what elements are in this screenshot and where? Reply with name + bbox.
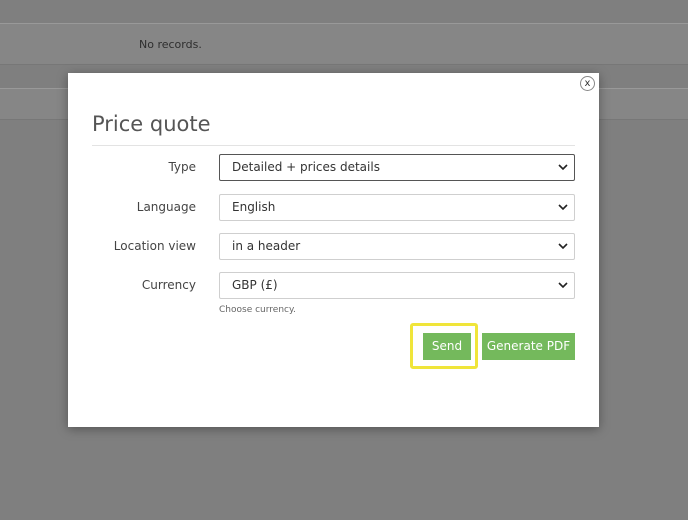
type-label: Type [168,160,196,174]
chevron-down-icon [558,282,568,289]
price-quote-dialog: x Price quote Type Detailed + prices det… [68,73,599,427]
send-button[interactable]: Send [423,333,471,360]
close-icon[interactable]: x [580,76,595,91]
type-select[interactable]: Detailed + prices details [219,154,575,181]
chevron-down-icon [558,204,568,211]
type-select-value: Detailed + prices details [232,160,380,174]
chevron-down-icon [558,243,568,250]
currency-help-text: Choose currency. [219,305,296,315]
location-view-select[interactable]: in a header [219,233,575,260]
location-view-row: Location view in a header [68,233,599,260]
title-divider [92,145,575,146]
currency-select[interactable]: GBP (£) [219,272,575,299]
currency-row: Currency GBP (£) [68,272,599,299]
records-band [0,23,688,65]
language-select-value: English [232,200,276,214]
type-row: Type Detailed + prices details [68,154,599,181]
location-view-label: Location view [113,239,196,253]
generate-pdf-button[interactable]: Generate PDF [482,333,575,360]
location-view-select-value: in a header [232,239,301,253]
language-row: Language English [68,194,599,221]
dialog-title: Price quote [92,112,211,136]
empty-records-text: No records. [139,38,202,51]
chevron-down-icon [558,164,568,171]
language-select[interactable]: English [219,194,575,221]
currency-label: Currency [141,278,196,292]
language-label: Language [136,200,196,214]
currency-select-value: GBP (£) [232,278,278,292]
